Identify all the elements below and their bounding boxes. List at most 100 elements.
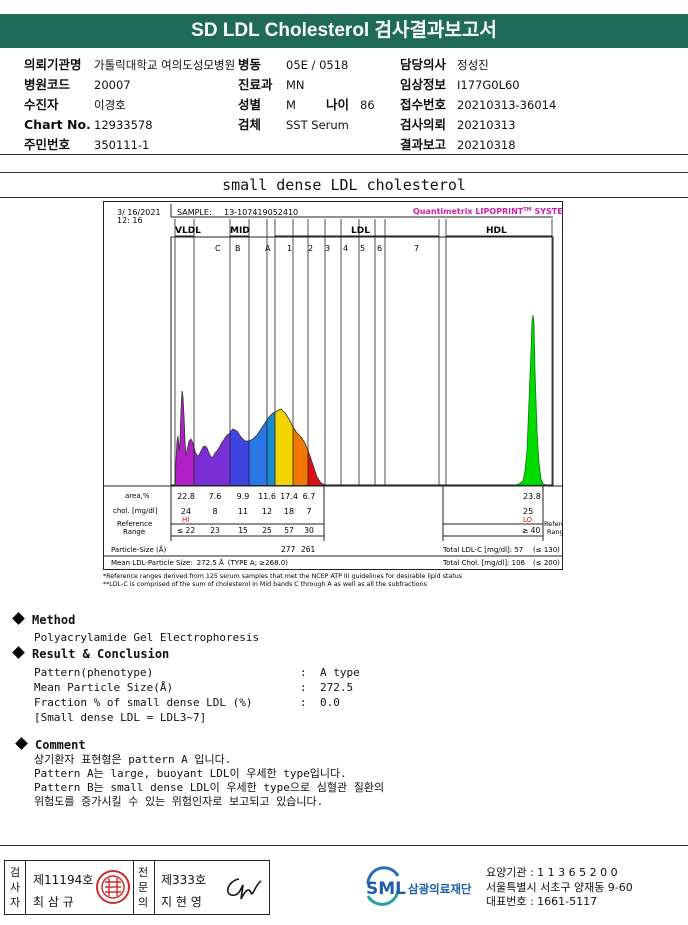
region-label-ldl: LDL: [351, 226, 370, 236]
result-colon: :: [300, 681, 307, 694]
diamond-bullet-icon: [12, 646, 25, 659]
signature-icon: [227, 878, 262, 900]
divider: [0, 845, 688, 846]
institution-info: 요양기관 : 1 1 3 6 5 2 0 0 서울특별시 서초구 양재동 9-6…: [486, 866, 633, 910]
footnote: *Reference ranges derived from 125 serum…: [103, 573, 462, 580]
region-label-hdl: HDL: [486, 226, 507, 236]
area-value: 22.8: [177, 492, 195, 501]
tester-license: 제11194호: [33, 873, 94, 887]
lipoprint-chart: 3/ 16/2021 12: 16 SAMPLE: 13-10741905241…: [103, 201, 563, 588]
band-label: 3: [325, 244, 330, 253]
chol-value: 11: [238, 507, 248, 516]
result-mean-size: 272.5: [320, 681, 354, 694]
band-label: 4: [343, 244, 348, 253]
header-row: 의뢰기관명 가톨릭대학교 여의도성모병원: [24, 57, 236, 72]
chol-value: 12: [262, 507, 272, 516]
specialist-name: 지 현 영: [161, 895, 202, 909]
header-row: 수진자 이경호: [24, 97, 126, 112]
sample-label: SAMPLE:: [177, 208, 212, 217]
institution-code: 요양기관 : 1 1 3 6 5 2 0 0: [486, 866, 618, 879]
result-row-label: Mean Particle Size(Å): [34, 681, 174, 694]
tester-name: 최 삼 규: [33, 895, 74, 909]
hdl-ref: ≥ 40: [522, 526, 540, 535]
result-note: [Small dense LDL = LDL3~7]: [34, 711, 207, 724]
header-row: 주민번호 350111-1: [24, 137, 150, 152]
fraction-area: [267, 412, 275, 485]
sml-logo-icon: SML 삼광의료재단: [366, 866, 472, 906]
diamond-bullet-icon: [15, 737, 28, 750]
comment-line: Pattern A는 large, buoyant LDL이 우세한 type입…: [34, 767, 347, 780]
sml-logo: SML 삼광의료재단: [364, 866, 482, 910]
ref-value: 15: [238, 526, 248, 535]
section-title: small dense LDL cholesterol: [222, 176, 466, 194]
header-row: 성별 M 나이 86: [238, 95, 375, 115]
row-label-area: area,%: [125, 492, 150, 500]
hdl-chol: 25: [523, 507, 533, 516]
header-row: 결과보고 20210318: [400, 137, 516, 152]
band-label: 2: [308, 244, 313, 253]
particle-size: 261: [301, 545, 316, 554]
divider: [0, 172, 688, 173]
header-row: 임상정보 I177G0L60: [400, 77, 520, 92]
specialist-label-text: 전문의: [137, 866, 149, 909]
specialist-license: 제333호: [161, 873, 206, 887]
total-ldl: Total LDL-C [mg/dl]: 57: [442, 546, 523, 554]
result-row-label: Pattern(phenotype): [34, 666, 154, 679]
comment-line: Pattern B는 small dense LDL이 우세한 type으로 심…: [34, 781, 385, 794]
region-label-mid: MID: [230, 226, 250, 236]
ref-value: 25: [262, 526, 272, 535]
header-left-column: 의뢰기관명 가톨릭대학교 여의도성모병원 병원코드 20007 수진자 이경호 Cha…: [24, 55, 235, 155]
svg-text:SML: SML: [366, 879, 406, 899]
header-row: 접수번호 20210313-36014: [400, 97, 557, 112]
area-value: 7.6: [209, 492, 222, 501]
vldl-flag: HI: [182, 516, 189, 524]
ref-side-label: Range: [547, 528, 563, 536]
total-chol: Total Chol. [mg/dl]: 106: [442, 559, 526, 567]
footnote: **LDL-C is comprised of the sum of chole…: [103, 581, 427, 588]
method-text: Polyacrylamide Gel Electrophoresis: [34, 631, 260, 644]
header-row: 검체 SST Serum: [238, 117, 349, 132]
result-row-label: Fraction % of small dense LDL (%): [34, 696, 253, 709]
result-colon: :: [300, 666, 307, 679]
chol-value: 18: [284, 507, 294, 516]
diamond-bullet-icon: [12, 612, 25, 625]
ref-value: 30: [304, 526, 314, 535]
band-label: 5: [360, 244, 365, 253]
divider: [0, 154, 688, 155]
tester-label-text: 검사자: [9, 866, 21, 909]
particle-size: 277: [281, 545, 296, 554]
total-chol-range: (≤ 200): [533, 559, 560, 567]
official-seal-icon: [96, 870, 130, 904]
test-time: 12: 16: [117, 216, 143, 225]
area-value: 11.6: [258, 492, 276, 501]
header-row: Chart No. 12933578: [24, 117, 153, 132]
band-label: 1: [287, 244, 292, 253]
header-mid-column: 병동 05E / 0518 진료과 MN 성별 M 나이 86 검체 SST Serum: [238, 55, 375, 135]
total-ldl-range: (≤ 130): [533, 546, 560, 554]
header-row: 병원코드 20007: [24, 77, 131, 92]
result-pattern: A type: [320, 666, 360, 679]
ref-value: 23: [210, 526, 220, 535]
hdl-area: 23.8: [523, 492, 541, 501]
hdl-flag: LO: [523, 516, 533, 524]
divider: [0, 197, 688, 198]
area-value: 9.9: [237, 492, 250, 501]
header-row: 검사의뢰 20210313: [400, 117, 516, 132]
method-heading: Method: [12, 612, 75, 627]
signature-box: 검사자 전문의 제11194호 최 삼 규 제333호 지 현 영: [4, 860, 270, 915]
system-name: Quantimetrix LIPOPRINTTM SYSTEM: [413, 207, 563, 216]
band-label: A: [265, 244, 271, 253]
result-heading: Result & Conclusion: [12, 646, 169, 661]
chol-value: 24: [181, 507, 191, 516]
ref-side-label: Reference: [544, 520, 563, 528]
header-right-column: 담당의사 정성진 임상정보 I177G0L60 접수번호 20210313-36014…: [400, 55, 556, 155]
institution-address: 서울특별시 서초구 양재동 9-60: [486, 880, 633, 894]
band-label: B: [235, 244, 241, 253]
header-row: 병동 05E / 0518: [238, 57, 349, 72]
row-label-particle: Particle-Size (Å): [111, 545, 167, 554]
row-label-mean: Mean LDL-Particle Size: 272.5 Å (TYPE A; ≥…: [111, 558, 288, 567]
result-fraction: 0.0: [320, 696, 340, 709]
sample-id: 13-107419052410: [224, 208, 298, 217]
result-colon: :: [300, 696, 307, 709]
age-label: 나이: [326, 97, 350, 112]
